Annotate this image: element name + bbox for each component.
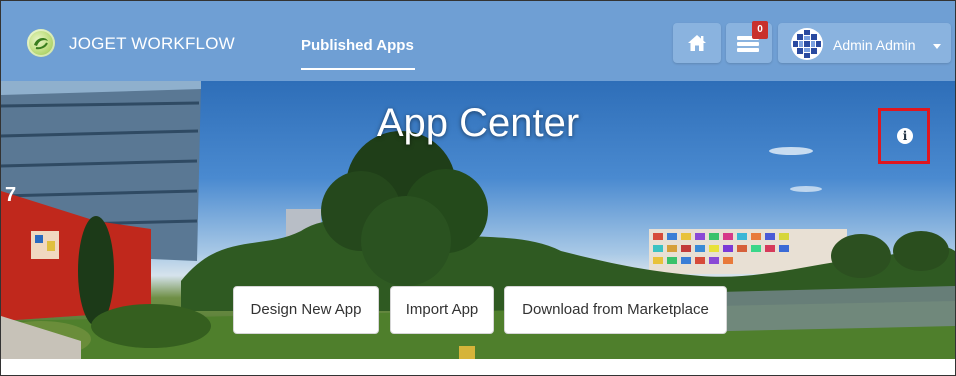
app-window: JOGET WORKFLOW Published Apps 0 Admin Ad… — [0, 0, 956, 376]
home-icon — [688, 35, 706, 51]
joget-logo-icon[interactable] — [27, 29, 55, 57]
content-area — [1, 359, 955, 375]
info-circle-icon[interactable]: i — [897, 128, 913, 144]
user-avatar-icon[interactable] — [791, 28, 823, 60]
nav-published-apps[interactable]: Published Apps — [301, 37, 414, 54]
caret-down-icon[interactable] — [933, 44, 941, 49]
task-count-badge: 0 — [752, 21, 768, 39]
svg-text:7: 7 — [5, 184, 16, 206]
top-navbar: JOGET WORKFLOW Published Apps 0 Admin Ad… — [1, 1, 955, 81]
user-name-label[interactable]: Admin Admin — [833, 37, 915, 53]
download-marketplace-button[interactable]: Download from Marketplace — [504, 286, 727, 334]
home-button[interactable] — [673, 23, 721, 63]
page-title: App Center — [376, 101, 580, 145]
info-highlight-box: i — [878, 108, 930, 164]
active-nav-underline — [301, 68, 415, 70]
app-center-banner: 7 App Center i Design New App Import App… — [1, 81, 955, 359]
design-new-app-button[interactable]: Design New App — [233, 286, 379, 334]
import-app-button[interactable]: Import App — [390, 286, 494, 334]
brand-name[interactable]: JOGET WORKFLOW — [69, 34, 235, 54]
